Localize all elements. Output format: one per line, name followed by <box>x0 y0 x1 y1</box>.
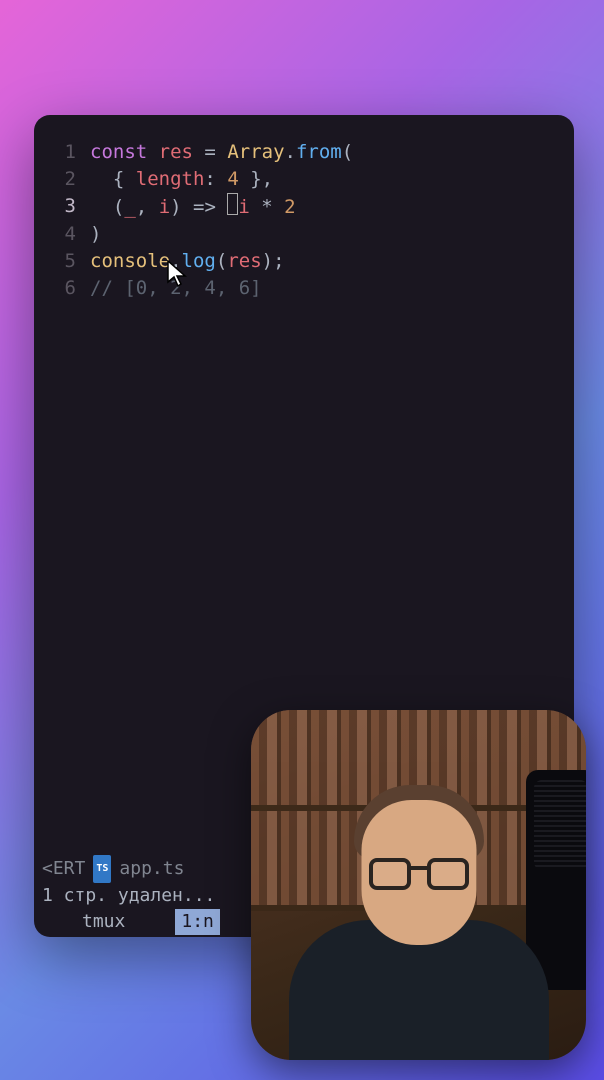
code-content: (_, i) => i * 2 <box>90 193 562 221</box>
code-line-3[interactable]: 3 (_, i) => i * 2 <box>46 193 562 221</box>
code-editor[interactable]: 1 const res = Array.from( 2 { length: 4 … <box>34 115 574 314</box>
editor-mode: <ERT <box>42 856 85 882</box>
glasses-icon <box>369 858 469 890</box>
line-number: 2 <box>46 166 76 193</box>
line-number: 5 <box>46 248 76 275</box>
code-line-2[interactable]: 2 { length: 4 }, <box>46 166 562 193</box>
code-content: const res = Array.from( <box>90 139 562 166</box>
code-content: // [0, 2, 4, 6] <box>90 275 562 302</box>
line-number: 6 <box>46 275 76 302</box>
line-number: 4 <box>46 221 76 248</box>
line-number: 1 <box>46 139 76 166</box>
filename: app.ts <box>119 856 184 882</box>
line-number-active: 3 <box>46 193 76 221</box>
text-cursor <box>227 193 238 215</box>
code-line-4[interactable]: 4 ) <box>46 221 562 248</box>
typescript-badge-icon: TS <box>93 855 111 883</box>
tmux-label: tmux <box>42 909 125 935</box>
code-content: console.log(res); <box>90 248 562 275</box>
code-content: ) <box>90 221 562 248</box>
code-line-5[interactable]: 5 console.log(res); <box>46 248 562 275</box>
tmux-active-session[interactable]: 1:n <box>175 909 220 935</box>
code-line-6[interactable]: 6 // [0, 2, 4, 6] <box>46 275 562 302</box>
webcam-overlay <box>251 710 586 1060</box>
code-line-1[interactable]: 1 const res = Array.from( <box>46 139 562 166</box>
person <box>279 780 559 1060</box>
code-content: { length: 4 }, <box>90 166 562 193</box>
